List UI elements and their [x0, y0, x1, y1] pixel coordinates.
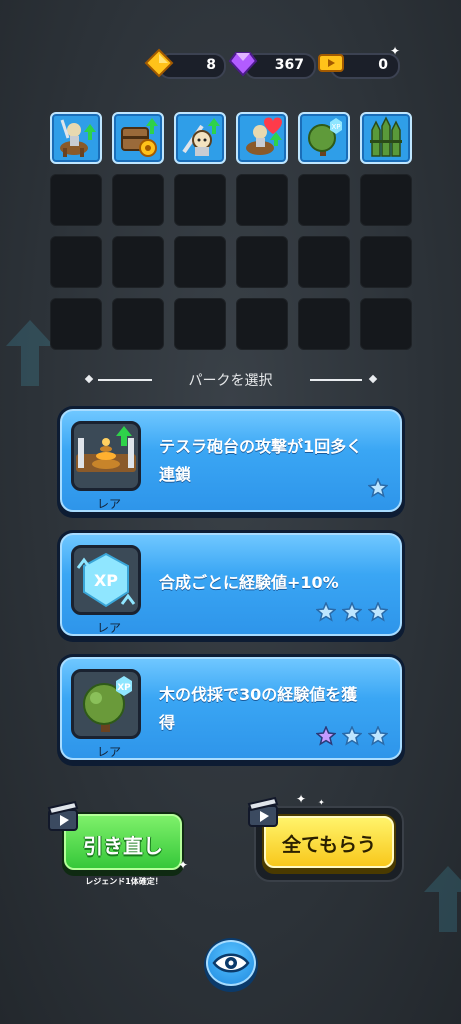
- purple-gem-icon: [228, 52, 258, 77]
- xp-crystal-icon: XP: [76, 552, 136, 608]
- perk-card-xp-merge[interactable]: XP レア 合成ごとに経験値+10%: [57, 530, 405, 642]
- soldier-sword-icon: [182, 118, 220, 156]
- perk-description: テスラ砲台の攻撃が1回多く 連鎖: [159, 437, 363, 484]
- video-ticket-icon: [318, 54, 344, 72]
- empty-slot[interactable]: [50, 298, 102, 350]
- empty-slot[interactable]: [174, 174, 226, 226]
- background-arrow: [424, 866, 461, 932]
- perk-stars: [314, 601, 389, 622]
- star-empty-icon: [314, 601, 337, 622]
- perk-stars: [367, 477, 389, 498]
- empty-slot[interactable]: [174, 298, 226, 350]
- empty-slot[interactable]: [112, 298, 164, 350]
- slot-knight-horse[interactable]: [50, 112, 102, 164]
- currency-bar: 8 367 0 ✦: [0, 44, 461, 80]
- gold-counter: 8: [144, 48, 226, 79]
- slot-soldier-sword[interactable]: [174, 112, 226, 164]
- empty-slot[interactable]: [360, 236, 412, 288]
- knight-horse-icon: [60, 119, 96, 157]
- ticket-counter: 0: [316, 48, 400, 79]
- chest-gear-icon: [121, 118, 158, 157]
- slot-spike-fence[interactable]: [360, 112, 412, 164]
- perk-section-title: パークを選択: [188, 373, 273, 389]
- empty-slot[interactable]: [112, 174, 164, 226]
- star-empty-icon: [341, 725, 363, 746]
- empty-slot[interactable]: [50, 174, 102, 226]
- sparkle: ✦: [296, 792, 307, 806]
- star-empty-icon: [341, 601, 363, 622]
- sparkle: ✦: [178, 858, 189, 872]
- claim-all-label: 全てもらう: [281, 834, 377, 856]
- divider-line: [310, 379, 362, 381]
- perk-rarity: レア: [96, 497, 121, 511]
- knight-heart-icon: [246, 117, 282, 155]
- star-filled-icon: [314, 725, 337, 746]
- video-ad-icon: [47, 800, 79, 831]
- sparkle: ✦: [390, 44, 401, 58]
- svg-text:XP: XP: [331, 123, 340, 131]
- tesla-turret-icon: [76, 426, 136, 472]
- slot-chest-gear[interactable]: [112, 112, 164, 164]
- empty-slot[interactable]: [298, 298, 350, 350]
- video-ad-icon: [247, 796, 279, 827]
- gold-diamond-icon: [144, 48, 174, 78]
- star-empty-icon: [367, 601, 389, 622]
- perk-rarity: レア: [96, 745, 121, 759]
- spike-fence-icon: [370, 116, 402, 157]
- view-board-button[interactable]: [204, 938, 258, 992]
- gem-counter: 367: [228, 48, 316, 79]
- empty-slot[interactable]: [236, 174, 288, 226]
- sparkle: ✦: [318, 798, 325, 807]
- perk-section-header: パークを選択: [0, 368, 461, 392]
- reroll-button[interactable]: 引き直し: [62, 812, 184, 876]
- svg-text:XP: XP: [117, 683, 131, 693]
- perk-card-tesla[interactable]: レア テスラ砲台の攻撃が1回多く 連鎖: [57, 406, 405, 518]
- perk-icon-box: [71, 421, 141, 491]
- slot-tree-xp[interactable]: XP: [298, 112, 350, 164]
- perk-stars: [314, 725, 389, 746]
- slot-knight-heart[interactable]: [236, 112, 288, 164]
- claim-all-button[interactable]: 全てもらう: [262, 814, 396, 874]
- reroll-label: 引き直し: [83, 834, 163, 858]
- empty-slot[interactable]: [236, 298, 288, 350]
- star-filled-icon: [367, 477, 389, 498]
- perk-card-tree-xp[interactable]: XP レア 木の伐採で30の経験値を獲 得: [57, 654, 405, 766]
- empty-slot[interactable]: [236, 236, 288, 288]
- tree-xp-icon: XP: [308, 118, 342, 156]
- empty-slot[interactable]: [298, 174, 350, 226]
- empty-slot[interactable]: [360, 174, 412, 226]
- empty-slot[interactable]: [298, 236, 350, 288]
- empty-slot[interactable]: [112, 236, 164, 288]
- perk-description: 合成ごとに経験値+10%: [159, 573, 339, 592]
- empty-slot[interactable]: [50, 236, 102, 288]
- empty-slot[interactable]: [174, 236, 226, 288]
- gem-value: 367: [274, 57, 304, 73]
- svg-text:XP: XP: [94, 571, 118, 590]
- tree-xp-icon: XP: [83, 676, 132, 732]
- empty-slot[interactable]: [360, 298, 412, 350]
- star-empty-icon: [367, 725, 389, 746]
- reroll-subtitle: レジェンド1体確定！: [85, 877, 163, 886]
- perk-rarity: レア: [96, 621, 121, 635]
- eye-icon: [212, 953, 250, 973]
- perk-icon-box: XP: [71, 545, 141, 615]
- perk-icon-box: XP: [71, 669, 141, 739]
